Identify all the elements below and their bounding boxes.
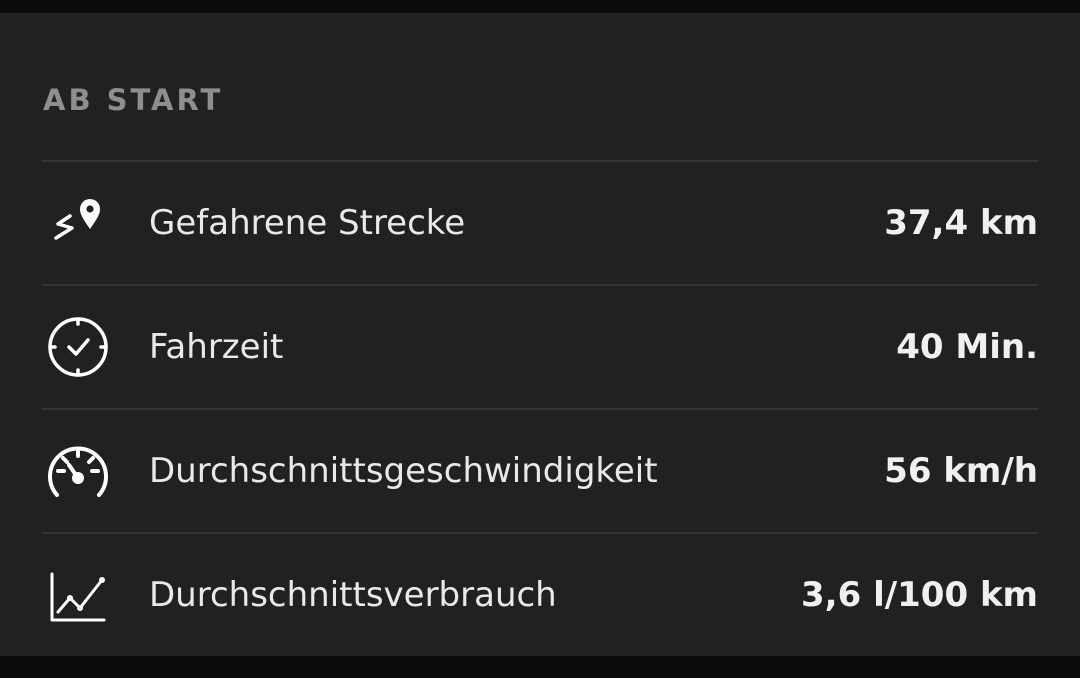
stat-value: 40 Min. bbox=[896, 327, 1038, 367]
stat-row-speed: Durchschnittsgeschwindigkeit 56 km/h bbox=[42, 410, 1038, 532]
section-title: AB START bbox=[43, 83, 224, 117]
stat-label: Durchschnittsgeschwindigkeit bbox=[149, 451, 658, 491]
stat-label: Fahrzeit bbox=[149, 327, 284, 367]
stat-label: Durchschnittsverbrauch bbox=[149, 575, 557, 615]
stat-label: Gefahrene Strecke bbox=[149, 203, 466, 243]
stat-row-duration: Fahrzeit 40 Min. bbox=[42, 286, 1038, 408]
trip-stats-panel: AB START Gefahrene Strecke 37,4 km Fahrz bbox=[0, 13, 1080, 656]
line-chart-icon bbox=[42, 562, 114, 628]
route-pin-icon bbox=[42, 190, 114, 256]
speedometer-icon bbox=[42, 438, 114, 504]
stat-value: 3,6 l/100 km bbox=[801, 575, 1038, 615]
stat-value: 56 km/h bbox=[884, 451, 1038, 491]
stat-value: 37,4 km bbox=[884, 203, 1038, 243]
stat-row-distance: Gefahrene Strecke 37,4 km bbox=[42, 162, 1038, 284]
clock-check-icon bbox=[42, 314, 114, 380]
stat-row-consumption: Durchschnittsverbrauch 3,6 l/100 km bbox=[42, 534, 1038, 656]
